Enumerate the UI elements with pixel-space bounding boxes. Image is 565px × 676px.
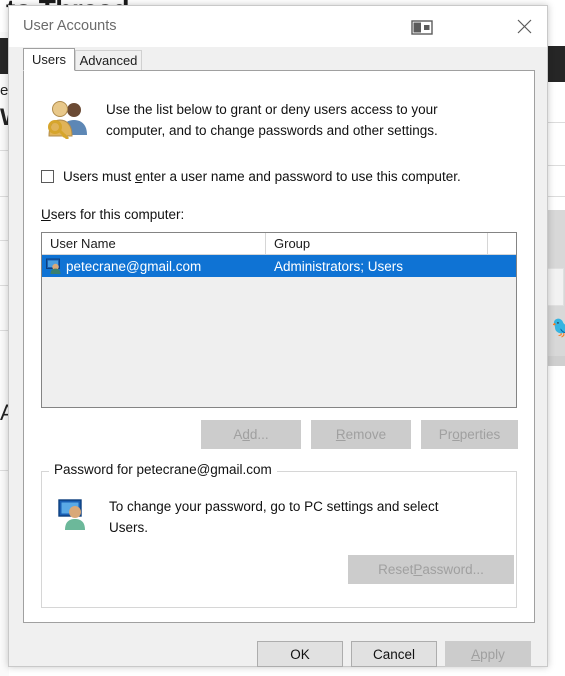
column-header-group[interactable]: Group [266,233,488,254]
remove-button-post: emove [345,427,387,442]
cb-label-post: nter a user name and password to use thi… [142,169,461,184]
listview-body: petecrane@gmail.com Administrators; User… [42,255,516,407]
intro-block: Use the list below to grant or deny user… [38,99,518,141]
window-help-icon[interactable] [410,18,434,36]
users-listview[interactable]: User Name Group petecrane@gmail.com Admi… [41,232,517,408]
apply-button-accel: A [471,646,481,662]
add-button-pre: A [233,427,243,442]
ok-button-label: OK [290,646,310,662]
password-instruction-text: To change your password, go to PC settin… [109,496,504,538]
cell-group: Administrators; Users [274,258,404,274]
properties-button-pre: Pr [438,427,453,442]
column-header-blank[interactable] [488,233,516,254]
tab-advanced-label: Advanced [79,53,138,68]
table-row[interactable]: petecrane@gmail.com Administrators; User… [42,255,516,277]
reset-password-pre: Reset [378,562,414,577]
reset-password-post: assword... [422,562,484,577]
add-button-post: d... [249,427,269,442]
cell-user-name-text: petecrane@gmail.com [66,258,202,274]
ok-button[interactable]: OK [257,641,343,667]
apply-button-post: pply [480,646,505,662]
cb-label-accel: e [135,169,143,184]
require-password-label: Users must enter a user name and passwor… [63,169,461,184]
password-instruction-line2: Users. [109,520,149,535]
require-password-checkbox[interactable] [41,170,54,183]
users-list-label-accel: U [41,207,51,222]
reset-password-accel: P [413,562,423,577]
require-password-checkbox-row[interactable]: Users must enter a user name and passwor… [41,169,461,184]
close-icon [517,19,531,34]
add-button-accel: d [242,427,250,442]
users-list-label-rest: sers for this computer: [50,207,185,222]
intro-text: Use the list below to grant or deny user… [106,99,506,141]
properties-button[interactable]: Pr o perties [421,420,518,449]
tab-users-label: Users [32,52,66,67]
properties-button-post: perties [459,427,501,442]
cell-user-name: petecrane@gmail.com [42,258,266,274]
reset-password-button[interactable]: Reset Password... [348,555,514,584]
remove-button[interactable]: Remove [311,420,411,449]
intro-text-line2: computer, and to change passwords and ot… [106,123,438,138]
user-account-large-icon [58,498,92,530]
add-button[interactable]: Ad d... [201,420,301,449]
bird-icon: 🐦 [551,316,565,339]
cancel-button[interactable]: Cancel [351,641,437,667]
tab-strip: Advanced Users [23,48,535,71]
users-list-label: Users for this computer: [41,207,184,222]
users-with-key-icon [46,99,90,141]
tab-advanced[interactable]: Advanced [75,50,142,71]
password-groupbox-legend: Password for petecrane@gmail.com [49,462,277,477]
properties-button-accel: o [452,427,460,442]
close-button[interactable] [501,6,547,47]
listview-header: User Name Group [42,233,516,255]
user-account-icon [46,258,63,274]
cancel-button-label: Cancel [372,646,416,662]
dialog-titlebar: User Accounts [9,6,547,47]
column-header-user-name[interactable]: User Name [42,233,266,254]
cb-label-pre: Users must [63,169,136,184]
tab-users[interactable]: Users [23,48,75,71]
users-tab-panel: Use the list below to grant or deny user… [23,70,535,623]
intro-text-line1: Use the list below to grant or deny user… [106,102,438,117]
password-groupbox [41,471,517,608]
remove-button-accel: R [335,427,346,442]
listview-empty-area [42,277,516,407]
password-instruction-line1: To change your password, go to PC settin… [109,499,439,514]
apply-button[interactable]: Apply [445,641,531,667]
dialog-title: User Accounts [23,18,117,34]
user-accounts-dialog: User Accounts Advanced Users Use the lis… [8,5,548,667]
